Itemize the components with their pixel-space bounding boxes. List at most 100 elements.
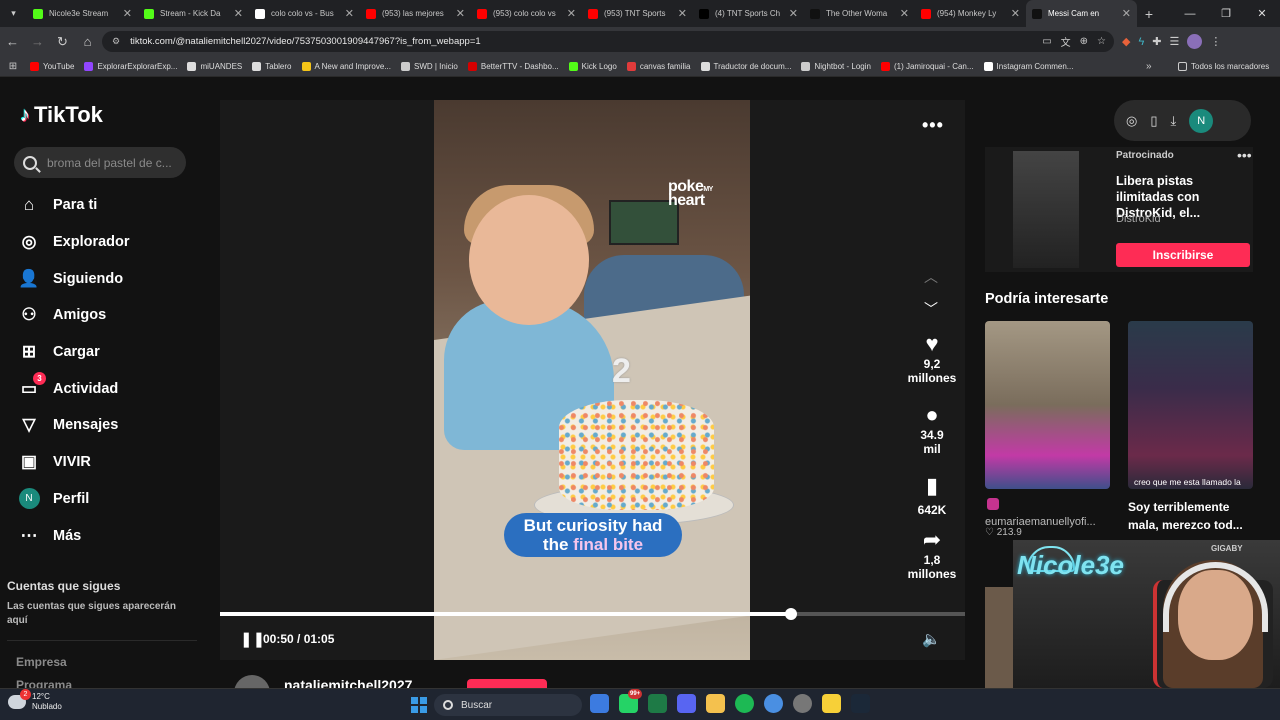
browser-tab[interactable]: (953) colo colo vs ✕	[471, 0, 582, 27]
excel-icon[interactable]	[648, 694, 667, 713]
bookmark-item[interactable]: BetterTTV - Dashbo...	[467, 61, 559, 71]
close-window-button[interactable]: ✕	[1244, 0, 1280, 27]
home-button[interactable]: ⌂	[75, 27, 100, 56]
bookmarks-overflow-icon[interactable]: »	[1146, 61, 1152, 72]
forward-button[interactable]: →	[25, 27, 50, 56]
more-options-icon[interactable]: •••	[922, 115, 944, 136]
play-pause-icon[interactable]: ❚❚	[240, 630, 265, 648]
like-action[interactable]: ♥ 9,2 millones	[898, 331, 966, 385]
reading-list-icon[interactable]: ☰	[1170, 35, 1180, 48]
browser-tab[interactable]: (953) las mejores ✕	[360, 0, 471, 27]
browser-menu-icon[interactable]: ⋮	[1210, 35, 1221, 48]
bookmark-item[interactable]: YouTube	[30, 61, 74, 71]
sidebar-item-actividad[interactable]: ▭ 3 Actividad	[18, 370, 198, 407]
tab-search-button[interactable]: ▾	[0, 0, 27, 27]
bookmark-item[interactable]: miUANDES	[187, 61, 242, 71]
close-tab-icon[interactable]: ✕	[567, 7, 576, 20]
download-icon[interactable]: ⤓	[1171, 113, 1177, 129]
bookmark-item[interactable]: ExplorarExplorarExp...	[84, 61, 177, 71]
ad-more-icon[interactable]: •••	[1237, 147, 1252, 163]
apps-grid-icon[interactable]: ⊞	[0, 61, 26, 72]
bookmark-item[interactable]: Nightbot - Login	[801, 61, 871, 71]
browser-tab[interactable]: (953) TNT Sports ✕	[582, 0, 693, 27]
browser-profile-avatar[interactable]	[1187, 34, 1203, 49]
browser-tab[interactable]: Nicole3e Stream ✕	[27, 0, 138, 27]
browser-tab[interactable]: (4) TNT Sports Ch ✕	[693, 0, 804, 27]
close-tab-icon[interactable]: ✕	[900, 7, 909, 20]
footer-link-empresa[interactable]: Empresa	[16, 655, 67, 669]
volume-icon[interactable]: 🔈	[922, 630, 941, 648]
follow-button[interactable]	[467, 679, 547, 688]
suggested-video-thumbnail[interactable]	[985, 321, 1110, 489]
notes-app-icon[interactable]	[590, 694, 609, 713]
zoom-icon[interactable]: ⊕	[1080, 36, 1088, 47]
extension-fox-icon[interactable]: ◆	[1122, 35, 1130, 48]
extensions-puzzle-icon[interactable]: ✚	[1152, 35, 1161, 48]
windows-start-icon[interactable]	[411, 697, 427, 713]
sticky-notes-icon[interactable]	[822, 694, 841, 713]
ad-thumbnail[interactable]	[1013, 151, 1079, 268]
bookmark-item[interactable]: Tablero	[252, 61, 292, 71]
close-tab-icon[interactable]: ✕	[456, 7, 465, 20]
bookmark-item[interactable]: Instagram Commen...	[983, 61, 1073, 71]
sidebar-item-cargar[interactable]: ⊞ Cargar	[18, 334, 198, 371]
bookmark-item[interactable]: A New and Improve...	[301, 61, 391, 71]
sponsored-ad[interactable]: Patrocinado ••• Libera pistas ilimitadas…	[985, 147, 1253, 272]
close-tab-icon[interactable]: ✕	[1011, 7, 1020, 20]
new-tab-button[interactable]: +	[1137, 6, 1161, 22]
sidebar-item-explorador[interactable]: ◎ Explorador	[18, 224, 198, 261]
close-tab-icon[interactable]: ✕	[123, 7, 132, 20]
address-bar[interactable]: ⚙ tiktok.com/@nataliemitchell2027/video/…	[102, 31, 1114, 52]
site-info-icon[interactable]: ⚙	[112, 36, 120, 47]
browser-tab[interactable]: colo colo vs - Bus ✕	[249, 0, 360, 27]
search-input[interactable]: broma del pastel de c...	[14, 147, 186, 178]
sidebar-item-perfil[interactable]: N Perfil	[18, 481, 198, 518]
close-tab-icon[interactable]: ✕	[234, 7, 243, 20]
footer-link-programa[interactable]: Programa	[16, 678, 72, 688]
video-content[interactable]: 2 pokeMY heart But curiosity had the final…	[434, 100, 750, 660]
tiktok-logo[interactable]: ♪ TikTok	[20, 102, 103, 128]
video-progress-bar[interactable]	[220, 608, 965, 620]
share-action[interactable]: ➦ 1,8 millones	[898, 527, 966, 581]
suggested-video-thumbnail[interactable]	[985, 587, 1015, 688]
discord-icon[interactable]	[677, 694, 696, 713]
ad-signup-button[interactable]: Inscribirse	[1116, 243, 1250, 267]
close-tab-icon[interactable]: ✕	[678, 7, 687, 20]
author-name[interactable]: nataliemitchell2027	[284, 677, 412, 688]
minimize-button[interactable]: —	[1172, 0, 1208, 27]
sidebar-item-amigos[interactable]: ⚇ Amigos	[18, 297, 198, 334]
steam-icon[interactable]	[851, 694, 870, 713]
previous-video-chevron-icon[interactable]: ︿	[924, 267, 938, 287]
bookmark-item[interactable]: SWD | Inicio	[400, 61, 458, 71]
close-tab-icon[interactable]: ✕	[1122, 7, 1131, 20]
bookmark-item[interactable]: Traductor de docum...	[700, 61, 791, 71]
sidebar-item-siguiendo[interactable]: 👤 Siguiendo	[18, 260, 198, 297]
settings-gear-icon[interactable]	[793, 694, 812, 713]
cast-icon[interactable]: ▭	[1042, 36, 1051, 47]
coin-icon[interactable]: ◎	[1126, 113, 1137, 129]
user-avatar[interactable]: N	[1189, 108, 1214, 133]
whatsapp-icon[interactable]: 99+	[619, 689, 643, 713]
suggested-video-thumbnail[interactable]: creo que me esta llamado la	[1128, 321, 1253, 489]
reload-button[interactable]: ↻	[50, 27, 75, 56]
save-action[interactable]: ▮ 642K	[898, 473, 966, 517]
browser-tab[interactable]: Messi Cam en ✕	[1026, 0, 1137, 27]
sidebar-item-vivir[interactable]: ▣ VIVIR	[18, 444, 198, 481]
spotify-icon[interactable]	[735, 694, 754, 713]
taskbar-search[interactable]: Buscar	[434, 694, 582, 716]
weather-widget[interactable]: 2 12°C Nublado	[8, 689, 62, 712]
close-tab-icon[interactable]: ✕	[345, 7, 354, 20]
back-button[interactable]: ←	[0, 27, 25, 56]
next-video-chevron-icon[interactable]: ﹀	[924, 299, 938, 319]
sidebar-item-para-ti[interactable]: ⌂ Para ti	[18, 187, 198, 224]
extension-bttv-icon[interactable]: ϟ	[1138, 36, 1144, 48]
sidebar-item-mensajes[interactable]: ▽ Mensajes	[18, 407, 198, 444]
comment-action[interactable]: ● 34.9 mil	[898, 402, 966, 456]
close-tab-icon[interactable]: ✕	[789, 7, 798, 20]
all-bookmarks-folder[interactable]: Todos los marcadores	[1178, 61, 1269, 71]
suggested-caption[interactable]: Soy terriblemente mala, merezco tod...	[1128, 498, 1258, 534]
bookmark-star-icon[interactable]: ☆	[1097, 36, 1106, 47]
file-explorer-icon[interactable]	[706, 694, 725, 713]
bookmark-item[interactable]: canvas familia	[626, 61, 691, 71]
chrome-icon[interactable]	[764, 694, 783, 713]
